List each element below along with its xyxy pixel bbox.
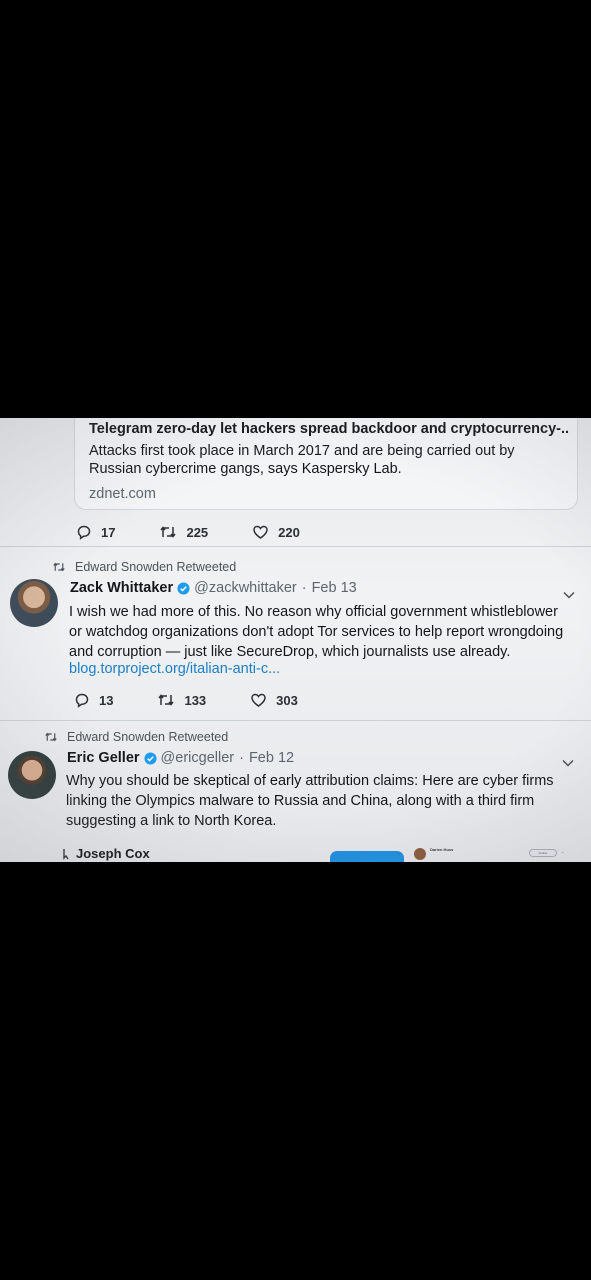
tweet-header: Zack Whittaker @zackwhittaker · Feb 13 — [70, 580, 357, 596]
retweet-icon — [53, 562, 65, 572]
tweet-text: Why you should be skeptical of early att… — [66, 773, 554, 829]
retweet-count: 225 — [186, 524, 209, 540]
reply-count: 13 — [99, 692, 114, 708]
embedded-image[interactable]: Joseph Cox Darien Huss Follow ⌄ — [0, 846, 591, 862]
separator-dot: · — [239, 750, 244, 766]
heart-icon — [251, 693, 266, 707]
chevron-down-icon[interactable] — [563, 591, 575, 599]
chevron-down-icon[interactable] — [562, 759, 574, 767]
heart-icon — [253, 525, 268, 539]
reply-count: 17 — [101, 524, 116, 540]
tweet-divider — [0, 720, 591, 721]
like-count: 220 — [278, 524, 300, 540]
reply-button[interactable]: 17 — [76, 524, 115, 540]
avatar[interactable] — [8, 751, 56, 799]
separator-dot: · — [301, 580, 307, 596]
embed-button — [330, 851, 404, 862]
reply-button[interactable]: 13 — [74, 692, 113, 708]
retweet-icon — [45, 732, 57, 742]
tweet-link[interactable]: blog.torproject.org/italian-anti-c... — [69, 659, 469, 679]
verified-badge-icon — [177, 581, 190, 595]
retweet-button[interactable]: 225 — [159, 524, 208, 540]
avatar — [414, 848, 426, 860]
link-card[interactable]: Telegram zero-day let hackers spread bac… — [74, 418, 578, 510]
screen-photo: Telegram zero-day let hackers spread bac… — [0, 418, 591, 862]
like-button[interactable]: 220 — [252, 524, 300, 540]
retweet-icon — [158, 694, 175, 706]
tweet-author-name[interactable]: Eric Geller — [67, 750, 140, 766]
tweet-actions: 13 133 303 — [74, 692, 342, 708]
tweet-header: Eric Geller @ericgeller · Feb 12 — [67, 750, 294, 766]
tweet-text: I wish we had more of this. No reason wh… — [69, 604, 564, 660]
tweet-author-handle[interactable]: @ericgeller — [161, 750, 235, 766]
tweet-date[interactable]: Feb 13 — [312, 580, 357, 596]
reply-icon — [75, 693, 89, 708]
tweet-date[interactable]: Feb 12 — [249, 750, 294, 766]
retweet-icon — [160, 526, 177, 538]
pointer-icon — [63, 848, 69, 860]
reply-icon — [77, 525, 91, 540]
avatar[interactable] — [10, 579, 58, 627]
tweet-divider — [0, 546, 591, 547]
verified-badge-icon — [144, 751, 157, 765]
embed-follow-button: Follow — [529, 849, 557, 857]
link-card-domain: zdnet.com — [89, 486, 156, 502]
tweet-actions: 17 225 220 — [76, 524, 344, 540]
like-button[interactable]: 303 — [250, 692, 298, 708]
embed-mini-name: Darien Huss — [430, 847, 454, 852]
retweet-button[interactable]: 133 — [157, 692, 206, 708]
chevron-down-icon: ⌄ — [561, 849, 565, 854]
link-card-description: Attacks first took place in March 2017 a… — [89, 443, 515, 477]
embed-author: Joseph Cox — [62, 846, 150, 861]
like-count: 303 — [276, 692, 298, 708]
embed-author-name: Joseph Cox — [76, 846, 150, 861]
retweet-context-label: Edward Snowden Retweeted — [75, 560, 237, 574]
tweet-author-name[interactable]: Zack Whittaker — [70, 580, 173, 596]
retweet-context[interactable]: Edward Snowden Retweeted — [44, 730, 228, 744]
tweet-author-handle[interactable]: @zackwhittaker — [194, 580, 297, 596]
retweet-context[interactable]: Edward Snowden Retweeted — [52, 560, 236, 574]
link-card-title: Telegram zero-day let hackers spread bac… — [89, 421, 569, 437]
retweet-count: 133 — [184, 692, 207, 708]
retweet-context-label: Edward Snowden Retweeted — [67, 730, 229, 744]
